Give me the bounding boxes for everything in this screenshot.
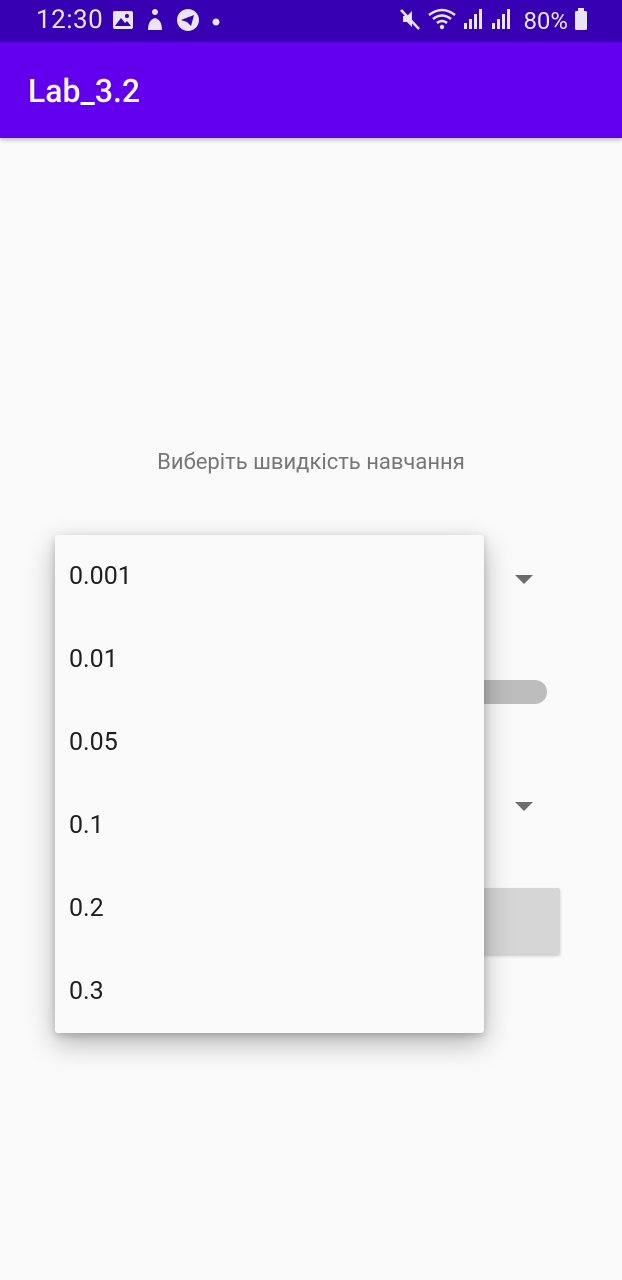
status-bar: 12:30 80% <box>0 0 622 42</box>
telegram-icon <box>176 8 200 36</box>
accessibility-icon <box>144 8 166 36</box>
app-title: Lab_3.2 <box>28 72 141 110</box>
app-bar: Lab_3.2 <box>0 42 622 138</box>
dropdown-option[interactable]: 0.1 <box>55 784 484 867</box>
mute-icon <box>399 7 421 35</box>
signal-icon <box>463 8 485 34</box>
dropdown-option[interactable]: 0.05 <box>55 701 484 784</box>
signal-icon <box>491 8 513 34</box>
learning-rate-dropdown: 0.001 0.01 0.05 0.1 0.2 0.3 <box>55 535 484 1033</box>
wifi-icon <box>427 7 457 35</box>
chevron-down-icon[interactable] <box>515 575 533 584</box>
system-icons: 80% <box>399 7 588 35</box>
status-time: 12:30 <box>36 5 104 35</box>
dropdown-option[interactable]: 0.01 <box>55 618 484 701</box>
dropdown-option[interactable]: 0.2 <box>55 867 484 950</box>
notification-icons <box>112 9 222 35</box>
gallery-icon <box>112 10 134 34</box>
learning-rate-prompt: Виберіть швидкість навчання <box>157 450 465 475</box>
dropdown-option[interactable]: 0.3 <box>55 950 484 1033</box>
dropdown-option[interactable]: 0.001 <box>55 535 484 618</box>
battery-percent: 80% <box>523 7 568 35</box>
dot-icon <box>210 13 222 32</box>
chevron-down-icon[interactable] <box>515 802 533 811</box>
battery-icon <box>574 7 588 35</box>
